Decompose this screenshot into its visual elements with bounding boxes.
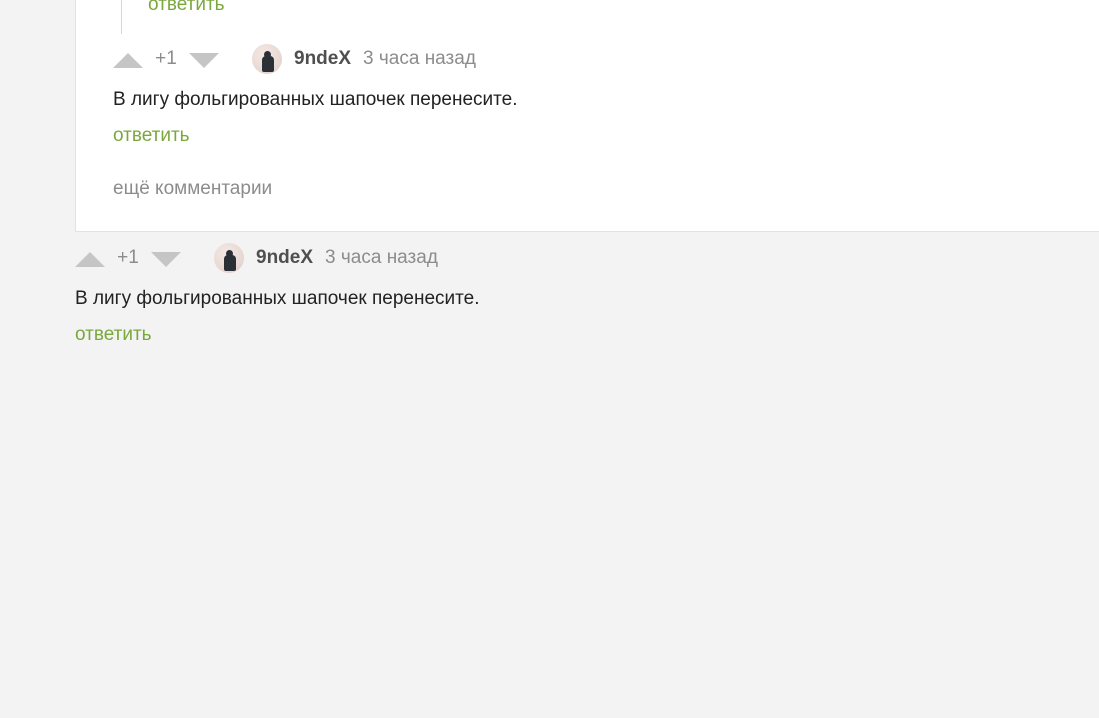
nested-comments-card: ответить +1 9ndeX 3 часа назад В лигу фо…: [75, 0, 1099, 232]
username[interactable]: 9ndeX: [294, 48, 351, 70]
avatar[interactable]: [252, 44, 282, 74]
downvote-icon[interactable]: [151, 251, 181, 267]
comment-text: В лигу фольгированных шапочек перенесите…: [113, 89, 518, 110]
reply-link[interactable]: ответить: [148, 0, 225, 16]
nested-comment: +1 9ndeX 3 часа назад В лигу фольгирован…: [113, 43, 517, 147]
comments-page: ответить +1 9ndeX 3 часа назад В лигу фо…: [0, 0, 1099, 718]
username[interactable]: 9ndeX: [256, 247, 313, 269]
upvote-icon[interactable]: [75, 251, 105, 267]
reply-link[interactable]: ответить: [113, 125, 190, 147]
comment-rating: +1: [155, 48, 177, 69]
comment-time[interactable]: 3 часа назад: [363, 48, 476, 70]
comment-header: +1 9ndeX 3 часа назад: [113, 43, 517, 75]
thread-line: [121, 0, 122, 34]
comment-text: В лигу фольгированных шапочек перенесите…: [75, 288, 480, 309]
comment-time[interactable]: 3 часа назад: [325, 247, 438, 269]
upvote-icon[interactable]: [113, 52, 143, 68]
reply-link[interactable]: ответить: [75, 324, 152, 346]
more-comments-link[interactable]: ещё комментарии: [113, 178, 272, 200]
comment-header: +1 9ndeX 3 часа назад: [75, 242, 479, 274]
downvote-icon[interactable]: [189, 52, 219, 68]
comment-rating: +1: [117, 247, 139, 268]
avatar[interactable]: [214, 243, 244, 273]
comment: +1 9ndeX 3 часа назад В лигу фольгирован…: [75, 242, 479, 346]
